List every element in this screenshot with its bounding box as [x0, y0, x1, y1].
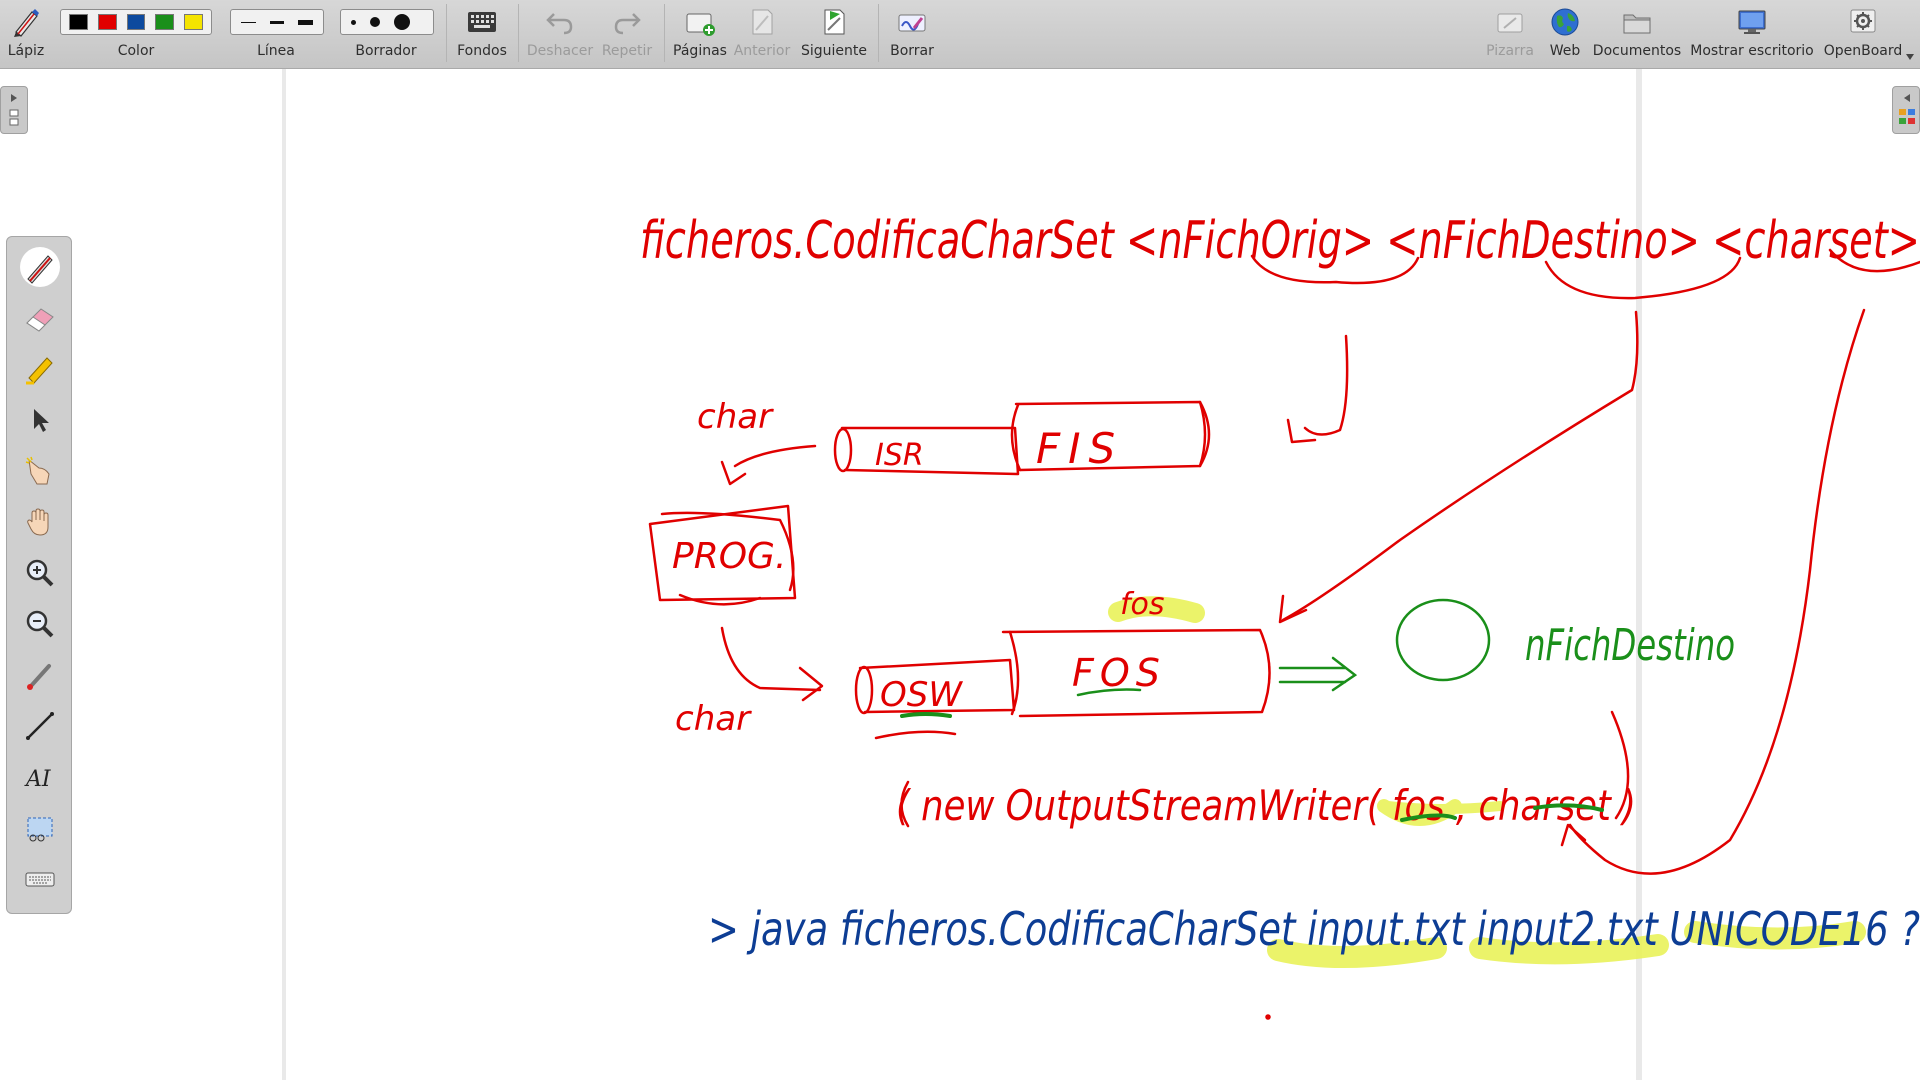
eraser-label: Borrador — [355, 43, 417, 59]
show-desktop-label: Mostrar escritorio — [1690, 43, 1814, 59]
blue-ink-text: > java ficheros.CodificaCharSet input.tx… — [708, 902, 1920, 956]
char-top-ink: char — [697, 397, 774, 437]
color-group: Color — [58, 0, 214, 68]
color-yellow-swatch[interactable] — [184, 14, 203, 30]
red-ink-text: ficheros.CodificaCharSet <nFichOrig> <nF… — [640, 211, 1920, 830]
folder-icon — [1623, 14, 1651, 34]
main-toolbar: Lápiz Color Línea Borrador Fondos Deshac… — [0, 0, 1920, 69]
line-width-group: Línea — [228, 0, 324, 68]
redo-label: Repetir — [601, 43, 653, 59]
documents-label: Documentos — [1592, 43, 1682, 59]
board-icon — [1497, 13, 1523, 33]
pages-button[interactable]: Páginas — [670, 0, 730, 68]
show-desktop-button[interactable]: Mostrar escritorio — [1686, 0, 1818, 68]
redo-icon — [614, 13, 641, 35]
undo-label: Deshacer — [526, 43, 594, 59]
color-blue-swatch[interactable] — [126, 14, 146, 30]
pencil-icon — [14, 9, 39, 37]
pages-label: Páginas — [673, 43, 727, 59]
menu-caret-icon — [1906, 54, 1914, 60]
openboard-label: OpenBoard — [1823, 43, 1903, 59]
eraser-size-group: Borrador — [338, 0, 434, 68]
line-thick-option[interactable] — [298, 19, 314, 25]
eraser-medium-option[interactable] — [370, 17, 380, 27]
board-label: Pizarra — [1486, 43, 1534, 59]
ink-layer: ficheros.CodificaCharSet <nFichOrig> <nF… — [640, 211, 1920, 1020]
color-red-swatch[interactable] — [97, 14, 117, 30]
char-bottom-ink: char — [675, 699, 752, 739]
eraser-small-option[interactable] — [351, 19, 356, 25]
previous-label: Anterior — [733, 43, 791, 59]
redo-button[interactable]: Repetir — [596, 0, 658, 68]
pencil-label: Lápiz — [7, 43, 45, 59]
globe-icon — [1551, 8, 1579, 36]
dest-file-ink: nFichDestino — [1525, 620, 1735, 671]
line-medium-option[interactable] — [269, 20, 285, 24]
backgrounds-button[interactable]: Fondos — [452, 0, 512, 68]
next-label: Siguiente — [800, 43, 868, 59]
add-page-icon — [686, 13, 715, 36]
fos-ink: FOS — [1072, 651, 1166, 695]
color-palette — [60, 9, 212, 35]
toolbar-separator — [518, 4, 519, 62]
fos-small-ink: fos — [1120, 587, 1165, 622]
clear-button[interactable]: Borrar — [884, 0, 940, 68]
color-black-swatch[interactable] — [69, 14, 88, 30]
constructor-ink: ( new OutputStreamWriter( fos , charset … — [896, 781, 1636, 830]
clear-label: Borrar — [890, 43, 934, 59]
pencil-button[interactable]: Lápiz — [0, 0, 52, 68]
toolbar-separator — [446, 4, 447, 62]
previous-page-button[interactable]: Anterior — [730, 0, 794, 68]
osw-ink: OSW — [880, 675, 963, 715]
color-label: Color — [117, 43, 155, 59]
openboard-menu-button[interactable]: OpenBoard — [1818, 0, 1914, 68]
web-button[interactable]: Web — [1540, 0, 1590, 68]
previous-page-icon — [752, 9, 773, 35]
monitor-icon — [1738, 10, 1766, 34]
toolbar-separator — [878, 4, 879, 62]
clear-board-icon — [898, 14, 926, 32]
eraser-size-palette — [340, 9, 434, 35]
next-page-button[interactable]: Siguiente — [794, 0, 874, 68]
board-button[interactable]: Pizarra — [1480, 0, 1540, 68]
web-label: Web — [1549, 43, 1581, 59]
command-ink: > java ficheros.CodificaCharSet input.tx… — [708, 902, 1920, 956]
isr-ink: ISR — [875, 438, 924, 473]
backgrounds-label: Fondos — [457, 43, 507, 59]
line-thin-option[interactable] — [241, 21, 256, 23]
line-width-palette — [230, 9, 324, 35]
eraser-large-option[interactable] — [394, 14, 410, 30]
keyboard-background-icon — [468, 12, 496, 32]
undo-icon — [546, 13, 573, 35]
title-ink: ficheros.CodificaCharSet <nFichOrig> <nF… — [640, 211, 1920, 271]
green-ink-text: nFichDestino — [1525, 620, 1735, 671]
prog-ink: PROG. — [672, 536, 786, 577]
toolbar-separator — [664, 4, 665, 62]
documents-button[interactable]: Documentos — [1590, 0, 1684, 68]
next-page-icon — [824, 9, 845, 35]
undo-button[interactable]: Deshacer — [524, 0, 596, 68]
line-label: Línea — [257, 43, 295, 59]
gear-icon — [1850, 9, 1876, 33]
color-green-swatch[interactable] — [155, 14, 175, 30]
fis-ink: FIS — [1036, 424, 1123, 473]
